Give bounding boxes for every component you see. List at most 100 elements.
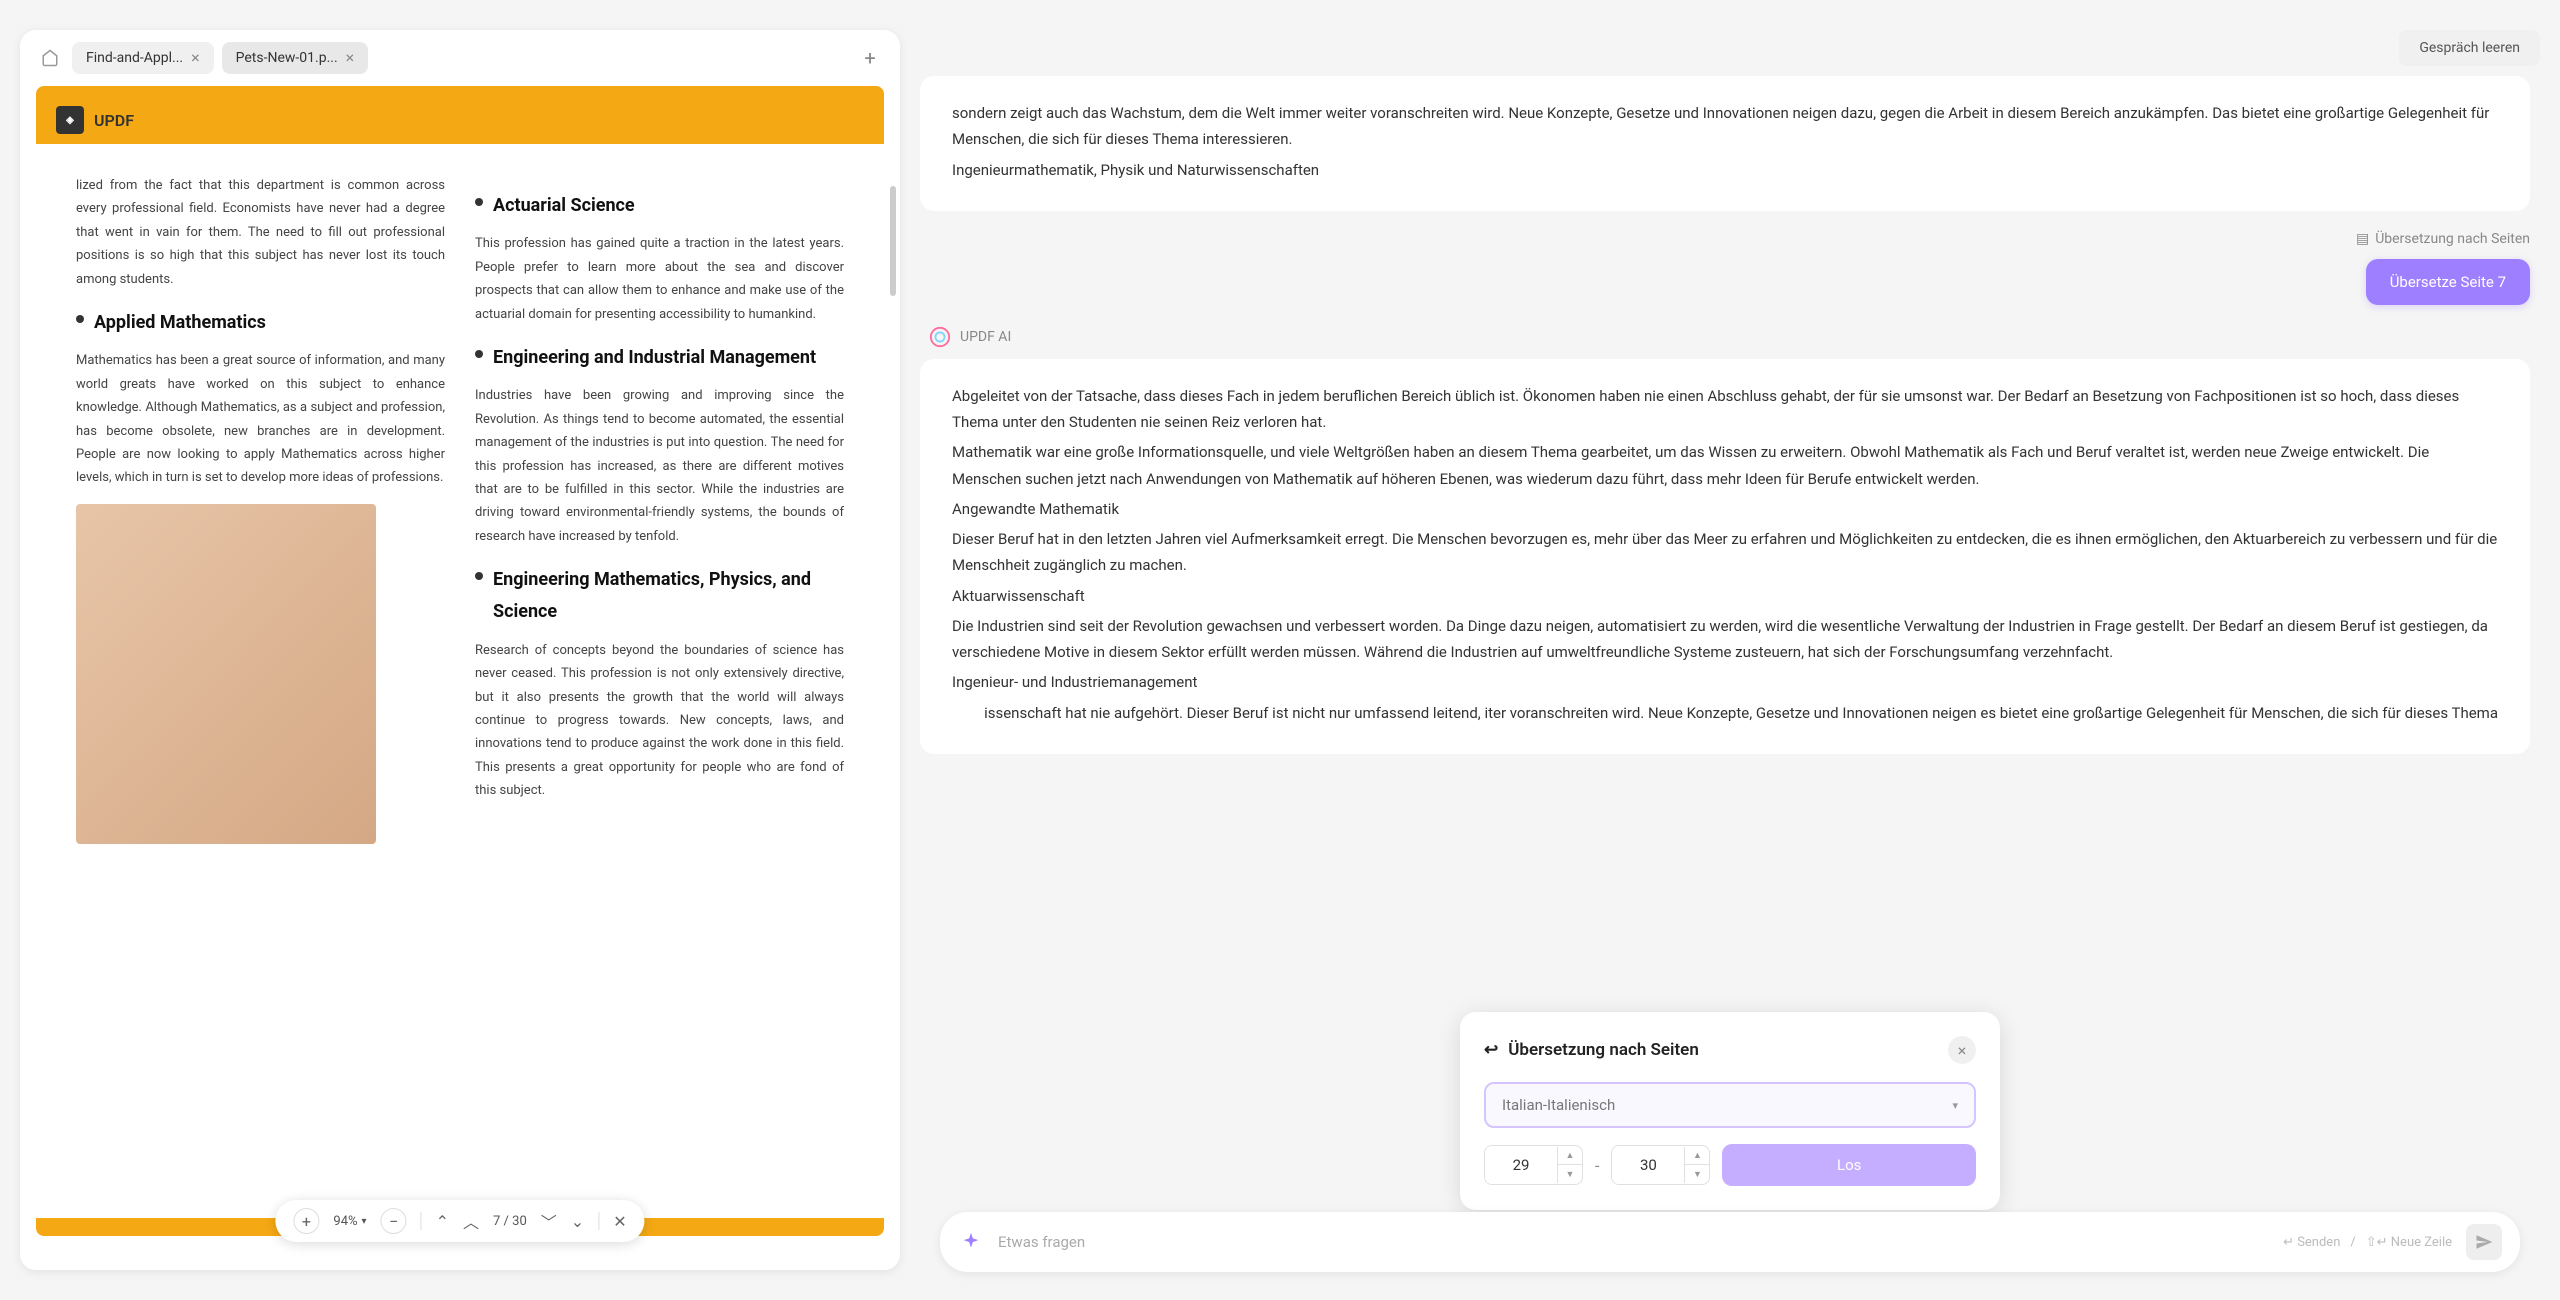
section-heading: Engineering and Industrial Management bbox=[475, 342, 844, 374]
to-page-field[interactable] bbox=[1612, 1146, 1684, 1184]
range-separator: - bbox=[1595, 1156, 1599, 1175]
step-down-icon[interactable]: ▼ bbox=[1685, 1165, 1709, 1183]
current-page: 7 bbox=[493, 1214, 500, 1229]
heading-text: Actuarial Science bbox=[493, 190, 635, 222]
next-page-icon[interactable]: ﹀ bbox=[541, 1209, 557, 1233]
first-page-icon[interactable]: ⌃ bbox=[436, 1212, 449, 1231]
translation-meta: ▤ Übersetzung nach Seiten bbox=[2356, 231, 2530, 247]
heading-text: Applied Mathematics bbox=[94, 307, 266, 339]
close-toolbar-icon[interactable]: ✕ bbox=[613, 1212, 626, 1231]
chevron-down-icon: ▾ bbox=[362, 1216, 367, 1227]
message-text: Angewandte Mathematik bbox=[952, 496, 2498, 522]
message-text: Aktuarwissenschaft bbox=[952, 583, 2498, 609]
tab-title: Find-and-Appl... bbox=[86, 50, 183, 66]
message-text: Ingenieur- und Industriemanagement bbox=[952, 669, 2498, 695]
paragraph: Mathematics has been a great source of i… bbox=[76, 349, 445, 489]
close-icon[interactable]: × bbox=[1948, 1036, 1976, 1064]
paragraph: Industries have been growing and improvi… bbox=[475, 384, 844, 548]
ai-header: UPDF AI bbox=[920, 325, 2530, 349]
step-down-icon[interactable]: ▼ bbox=[1558, 1165, 1582, 1183]
prev-page-icon[interactable]: ︿ bbox=[463, 1209, 479, 1233]
bullet-icon bbox=[76, 315, 84, 323]
zoom-out-button[interactable]: − bbox=[381, 1208, 407, 1234]
page-indicator[interactable]: 7 / 30 bbox=[493, 1214, 527, 1229]
tab-find-and-apply[interactable]: Find-and-Appl... × bbox=[72, 42, 214, 74]
heading-text: Engineering Mathematics, Physics, and Sc… bbox=[493, 564, 844, 629]
bullet-icon bbox=[475, 198, 483, 206]
bullet-icon bbox=[475, 350, 483, 358]
chat-panel: Gespräch leeren sondern zeigt auch das W… bbox=[900, 0, 2560, 1300]
section-heading: Actuarial Science bbox=[475, 190, 844, 222]
input-hints: ↵ Senden / ⇧↵ Neue Zeile bbox=[2283, 1235, 2452, 1250]
section-heading: Engineering Mathematics, Physics, and Sc… bbox=[475, 564, 844, 629]
from-page-input: ▲ ▼ bbox=[1484, 1145, 1583, 1185]
newline-hint: ⇧↵ Neue Zeile bbox=[2366, 1235, 2452, 1250]
document-panel: Find-and-Appl... × Pets-New-01.p... × + … bbox=[20, 30, 900, 1270]
tab-title: Pets-New-01.p... bbox=[236, 50, 338, 66]
page-toolbar: + 94% ▾ − ⌃ ︿ 7 / 30 ﹀ ⌄ ✕ bbox=[275, 1200, 644, 1242]
chevron-down-icon: ▾ bbox=[1952, 1099, 1958, 1112]
updf-logo-icon: ◈ bbox=[56, 106, 84, 134]
last-page-icon[interactable]: ⌄ bbox=[571, 1212, 584, 1231]
translate-page-button[interactable]: Übersetze Seite 7 bbox=[2366, 259, 2530, 305]
translation-popup: ↩ Übersetzung nach Seiten × Italian-Ital… bbox=[1460, 1012, 2000, 1210]
document-page: ◈ UPDF lized from the fact that this dep… bbox=[36, 86, 884, 1236]
chat-input-bar: ↵ Senden / ⇧↵ Neue Zeile bbox=[940, 1212, 2520, 1272]
divider bbox=[421, 1212, 422, 1230]
go-button[interactable]: Los bbox=[1722, 1144, 1976, 1186]
stepper-group: ▲ ▼ bbox=[1684, 1147, 1709, 1183]
stepper-group: ▲ ▼ bbox=[1557, 1147, 1582, 1183]
home-icon[interactable] bbox=[36, 44, 64, 72]
message-text: sondern zeigt auch das Wachstum, dem die… bbox=[952, 100, 2498, 153]
scrollbar-vertical[interactable] bbox=[890, 186, 896, 296]
close-icon[interactable]: × bbox=[346, 50, 355, 66]
message-text: Dieser Beruf hat in den letzten Jahren v… bbox=[952, 526, 2498, 579]
page-decoration bbox=[36, 86, 884, 96]
step-up-icon[interactable]: ▲ bbox=[1685, 1147, 1709, 1165]
page-range-row: ▲ ▼ - ▲ ▼ Los bbox=[1484, 1144, 1976, 1186]
from-page-field[interactable] bbox=[1485, 1146, 1557, 1184]
hint-separator: / bbox=[2350, 1235, 2355, 1250]
step-up-icon[interactable]: ▲ bbox=[1558, 1147, 1582, 1165]
sparkle-icon[interactable] bbox=[958, 1229, 984, 1255]
section-heading: Applied Mathematics bbox=[76, 307, 445, 339]
document-icon: ▤ bbox=[2356, 231, 2369, 247]
ai-name: UPDF AI bbox=[960, 329, 1011, 345]
assistant-message: Abgeleitet von der Tatsache, dass dieses… bbox=[920, 359, 2530, 754]
close-icon[interactable]: × bbox=[191, 50, 200, 66]
updf-brand: UPDF bbox=[94, 111, 134, 130]
message-text: Die Industrien sind seit der Revolution … bbox=[952, 613, 2498, 666]
heading-text: Engineering and Industrial Management bbox=[493, 342, 816, 374]
column-right: Actuarial Science This profession has ga… bbox=[475, 174, 844, 844]
document-viewer: ◈ UPDF lized from the fact that this dep… bbox=[20, 86, 900, 1270]
content-image bbox=[76, 504, 376, 844]
paragraph: This profession has gained quite a tract… bbox=[475, 232, 844, 326]
send-button[interactable] bbox=[2466, 1224, 2502, 1260]
message-text: Abgeleitet von der Tatsache, dass dieses… bbox=[952, 383, 2498, 436]
add-tab-button[interactable]: + bbox=[856, 44, 884, 72]
message-text: Mathematik war eine große Informationsqu… bbox=[952, 439, 2498, 492]
tab-pets-new[interactable]: Pets-New-01.p... × bbox=[222, 42, 369, 74]
zoom-value: 94% bbox=[333, 1214, 357, 1229]
selected-language: Italian-Italienisch bbox=[1502, 1096, 1615, 1114]
popup-title: ↩ Übersetzung nach Seiten bbox=[1484, 1040, 1699, 1060]
return-icon: ↩ bbox=[1484, 1040, 1498, 1060]
chat-input[interactable] bbox=[998, 1233, 2269, 1251]
send-hint: ↵ Senden bbox=[2283, 1235, 2340, 1250]
total-pages: 30 bbox=[512, 1214, 527, 1229]
popup-header: ↩ Übersetzung nach Seiten × bbox=[1484, 1036, 1976, 1064]
to-page-input: ▲ ▼ bbox=[1611, 1145, 1710, 1185]
popup-title-text: Übersetzung nach Seiten bbox=[1508, 1040, 1699, 1060]
updf-ai-logo-icon bbox=[928, 325, 952, 349]
bullet-icon bbox=[475, 572, 483, 580]
assistant-message: sondern zeigt auch das Wachstum, dem die… bbox=[920, 76, 2530, 211]
language-select[interactable]: Italian-Italienisch ▾ bbox=[1484, 1082, 1976, 1128]
clear-conversation-button[interactable]: Gespräch leeren bbox=[2399, 30, 2540, 66]
paragraph: lized from the fact that this department… bbox=[76, 174, 445, 291]
divider bbox=[598, 1212, 599, 1230]
zoom-level[interactable]: 94% ▾ bbox=[333, 1214, 366, 1229]
message-text: Ingenieurmathematik, Physik und Naturwis… bbox=[952, 157, 2498, 183]
meta-label: Übersetzung nach Seiten bbox=[2375, 231, 2530, 247]
page-content: lized from the fact that this department… bbox=[36, 144, 884, 874]
zoom-in-button[interactable]: + bbox=[293, 1208, 319, 1234]
